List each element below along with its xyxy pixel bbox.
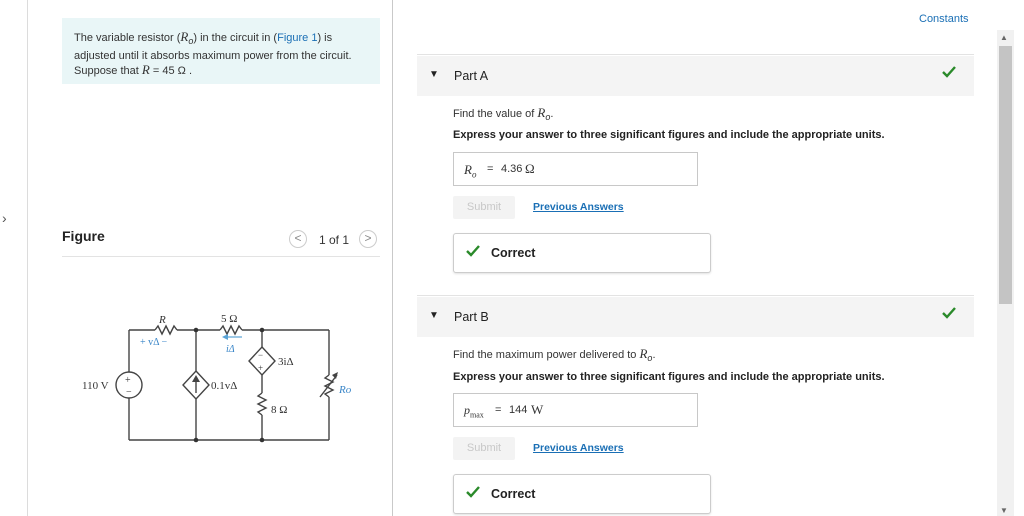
part-b-previous-answers-link[interactable]: Previous Answers [533, 442, 624, 454]
label-5-ohm: 5 Ω [221, 313, 237, 325]
left-divider [27, 0, 28, 516]
label-dep-plus: + [258, 363, 263, 373]
label-v-delta: + vΔ − [140, 337, 168, 348]
part-a-header[interactable]: ▼ Part A [417, 56, 974, 96]
triangle-down-icon[interactable]: ▼ [429, 310, 439, 321]
chevron-left-icon: < [294, 231, 302, 245]
part-b-instruction: Express your answer to three significant… [453, 371, 885, 383]
constants-link[interactable]: Constants [919, 13, 969, 25]
label-110v: 110 V [82, 380, 109, 392]
part-a-question: Find the value of Ro. [453, 105, 554, 123]
scroll-up-icon[interactable]: ▲ [1000, 33, 1008, 42]
part-b-label: Part B [454, 310, 489, 324]
part-a-label: Part A [454, 69, 489, 83]
top-divider [417, 54, 974, 55]
chevron-right-icon: > [364, 231, 372, 245]
part-b-answer-field[interactable]: pmax = 144 W [453, 393, 698, 427]
label-ro: Ro [338, 384, 352, 396]
part-divider [417, 295, 974, 296]
part-a-feedback: Correct [453, 233, 711, 273]
answer-label: Ro [464, 162, 477, 180]
expand-panel-icon[interactable]: › [2, 210, 7, 226]
figure-page-indicator: 1 of 1 [319, 233, 350, 247]
label-src-plus: + [125, 375, 131, 386]
figure-divider [62, 256, 380, 257]
part-a-instruction: Express your answer to three significant… [453, 129, 885, 141]
label-r: R [158, 314, 166, 326]
figure-next-button[interactable]: > [359, 230, 377, 248]
scroll-down-icon[interactable]: ▼ [1000, 506, 1008, 515]
checkmark-icon [942, 307, 956, 322]
pane-divider[interactable] [392, 0, 393, 516]
triangle-down-icon[interactable]: ▼ [429, 69, 439, 80]
answer-label: pmax [464, 403, 484, 420]
label-dep-voltage: 3iΔ [278, 356, 294, 368]
circuit-diagram: R 5 Ω + vΔ − iΔ 110 V + − 0.1vΔ − + 3iΔ … [82, 313, 352, 443]
figure-link[interactable]: Figure 1 [277, 32, 317, 44]
label-dep-current: 0.1vΔ [211, 380, 237, 392]
checkmark-icon [466, 486, 480, 501]
part-b-question: Find the maximum power delivered to Ro. [453, 346, 656, 364]
part-a-previous-answers-link[interactable]: Previous Answers [533, 201, 624, 213]
figure-prev-button[interactable]: < [289, 230, 307, 248]
answer-value: 4.36 [501, 163, 523, 175]
label-i-delta: iΔ [226, 344, 235, 355]
part-b-feedback: Correct [453, 474, 711, 514]
label-8-ohm: 8 Ω [271, 404, 287, 416]
problem-intro: The variable resistor (Ro) in the circui… [62, 18, 380, 84]
answer-unit: W [531, 402, 544, 417]
intro-line-2: adjusted until it absorbs maximum power … [74, 49, 352, 62]
figure-title: Figure [62, 228, 105, 244]
part-a-answer-field[interactable]: Ro = 4.36 Ω [453, 152, 698, 186]
part-a-submit-button[interactable]: Submit [453, 196, 515, 219]
scrollbar-thumb[interactable] [999, 46, 1012, 304]
checkmark-icon [942, 66, 956, 81]
answer-value: 144 [509, 404, 528, 416]
label-dep-minus: − [258, 350, 263, 360]
answer-unit: Ω [525, 161, 535, 176]
intro-line-1: The variable resistor (Ro) in the circui… [74, 29, 333, 47]
part-b-submit-button[interactable]: Submit [453, 437, 515, 460]
intro-line-3: Suppose that R = 45 Ω . [74, 62, 193, 78]
part-b-header[interactable]: ▼ Part B [417, 297, 974, 337]
label-src-minus: − [126, 387, 132, 398]
checkmark-icon [466, 245, 480, 260]
